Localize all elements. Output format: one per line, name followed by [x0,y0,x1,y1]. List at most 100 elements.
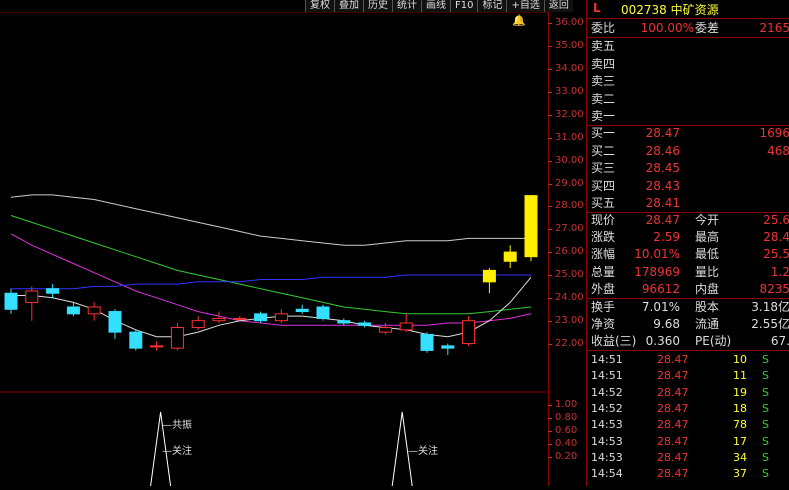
quote-label2: 最低 [695,247,720,262]
toolbar-button-8[interactable]: 返回 [543,0,573,12]
quote-value: 28.47 [645,213,680,227]
tick-time: 14:53 [591,434,623,448]
quote-row: 现价 28.47 今开 25.6 [587,211,789,229]
candle-body [150,345,164,348]
candle-body [399,322,413,331]
tick-time: 14:51 [591,353,623,366]
weibi-row: 委比 100.00% 委差 2165 [587,19,789,37]
toolbar-button-6[interactable]: 标记 [477,0,507,12]
tick-price: 28.47 [657,353,689,366]
candle-body [482,269,496,283]
candle-body [358,322,372,326]
buy-row: 买三 28.45 [587,159,789,177]
candle-body [524,195,538,258]
fund-row: 收益(三) 0.360 PE(动) 67. [587,332,789,350]
tick-price: 28.47 [657,385,689,399]
toolbar-button-0[interactable]: 复权 [305,0,334,12]
tick-volume: 19 [733,385,747,399]
fund-label: 换手 [591,300,616,314]
toolbar-button-4[interactable]: 画线 [421,0,450,12]
candle-body [378,327,392,333]
price-tick: 29.00 [548,178,587,189]
buy-label: 买一 [591,126,616,140]
fund-label: 收益(三) [591,334,637,349]
candle-body [274,313,288,322]
price-tick: 25.00 [548,269,587,280]
ma-line-4 [11,274,531,290]
fund-value: 9.68 [653,317,680,332]
tick-side: S [762,385,769,399]
candle-body [254,313,268,322]
quote-value: 10.01% [634,247,680,262]
buy-value2: 468 [767,143,789,158]
quote-value2: 1.2 [770,264,789,279]
indicator-tick: 0.40 [548,439,587,449]
toolbar: 复权 叠加 历史 统计 画线 F10 标记 +自选 返回 [305,0,573,12]
fund-value: 7.01% [641,300,680,314]
tick-side: S [762,467,769,481]
quote-row: 涨跌 2.59 最高 28.4 [587,228,789,246]
price-tick: 31.00 [548,132,587,143]
quote-label2: 今开 [695,213,720,227]
sell-label: 卖四 [591,56,616,71]
fund-value2: 3.18亿 [751,300,789,314]
tick-row: 14:51 28.47 11 S [587,368,789,384]
buy-value: 28.47 [645,126,680,140]
fund-label2: 股本 [695,300,720,314]
stock-code-name[interactable]: 002738 中矿资源 [621,1,719,18]
buy-row: 买二 28.46 468 [587,142,789,160]
toolbar-button-1[interactable]: 叠加 [334,0,363,12]
quote-value2: 8235 [759,281,789,296]
buy-value: 28.46 [645,143,680,158]
quote-value: 178969 [634,264,680,279]
tick-side: S [762,418,769,432]
tick-volume: 18 [733,401,747,415]
indicator-label-guanzhu: —关注 [162,446,192,457]
toolbar-button-3[interactable]: 统计 [392,0,421,12]
tick-volume: 37 [733,467,747,481]
quote-label: 涨跌 [591,230,616,245]
candle-body [233,317,247,320]
kline-chart[interactable]: —共振 —关注 —关注 [0,11,548,487]
candle-body [66,306,80,315]
ma-line-1 [10,215,532,315]
candle-body [87,306,101,315]
weicha-value: 2165 [759,21,789,35]
buy-value: 28.43 [645,178,680,193]
quote-value: 2.59 [653,230,680,245]
sell-row: 卖三 [587,72,789,90]
candle-body [46,288,60,294]
buy-row: 买一 28.47 1696 [587,124,789,142]
candle-body [25,290,39,303]
tick-row: 14:53 28.47 34 S [587,450,789,466]
price-tick: 36.00 [548,18,587,28]
quote-panel: L 002738 中矿资源 委比 100.00% 委差 2165 卖五 卖四 卖三卖… [586,0,789,486]
toolbar-button-2[interactable]: 历史 [363,0,392,12]
candle-body [191,320,205,329]
kline-svg [0,11,548,487]
sell-label: 卖二 [591,91,616,106]
price-tick: 26.00 [548,247,587,257]
price-axis: 36.00 35.00 34.00 33.00 32.00 31.00 30.00 29.00… [548,0,587,486]
tick-price: 28.47 [657,434,689,448]
tick-time: 14:53 [591,418,623,432]
indicator-tick: 0.20 [548,452,587,462]
price-tick: 24.00 [548,292,587,303]
fund-row: 换手 7.01% 股本 3.18亿 [587,298,789,316]
bell-icon[interactable]: 🔔 [512,14,526,27]
toolbar-button-5[interactable]: F10 [450,0,478,12]
price-tick: 32.00 [548,109,587,120]
toolbar-button-7[interactable]: +自选 [506,0,544,12]
candle-body [503,251,517,262]
quote-row: 外盘 96612 内盘 8235 [587,280,789,298]
tick-row: 14:51 28.47 10 S [587,352,789,368]
candle-body [337,320,351,324]
tick-price: 28.47 [657,450,689,464]
tick-time: 14:54 [591,467,623,481]
sell-label: 卖一 [591,109,616,123]
candle-body [4,292,18,310]
buy-value: 28.45 [645,161,680,175]
quote-value2: 28.4 [763,230,789,245]
candle-body [441,345,455,349]
quote-value2: 25.6 [763,213,789,227]
